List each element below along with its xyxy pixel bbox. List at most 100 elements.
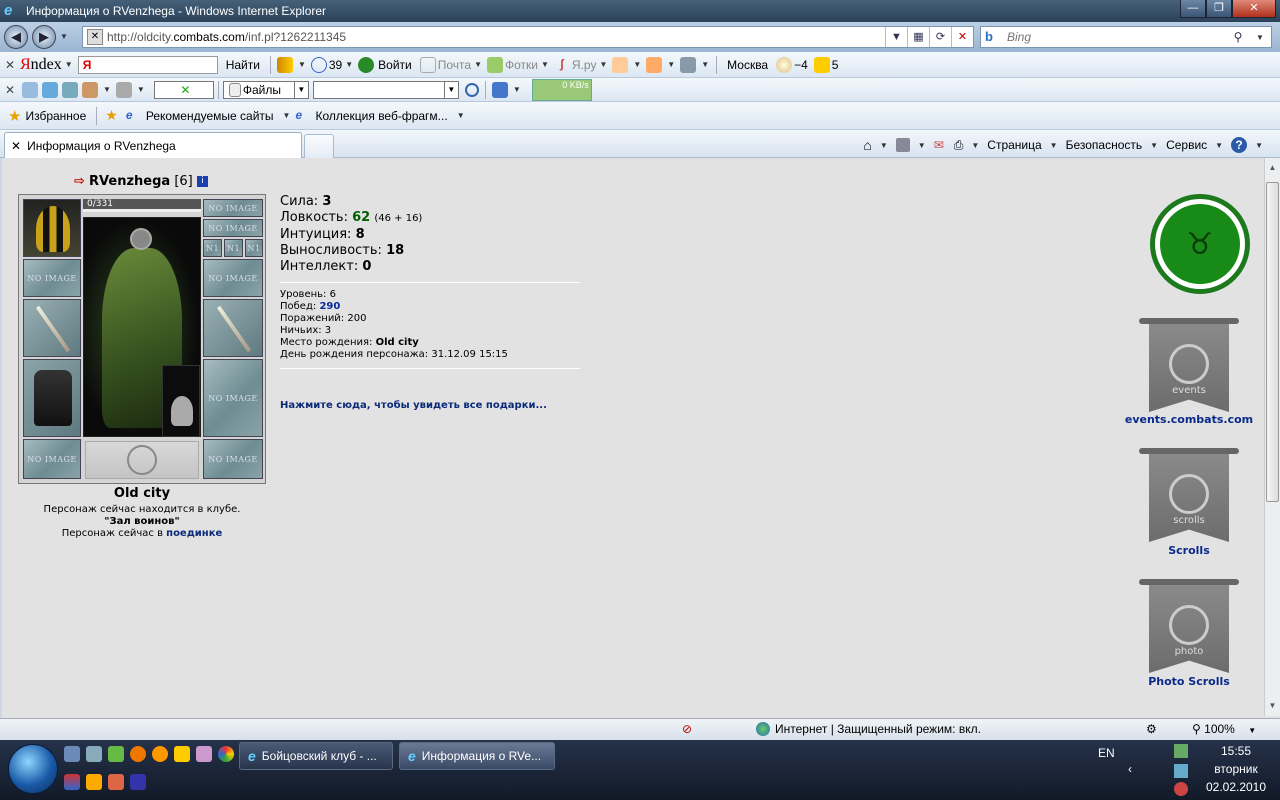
feeds-menu-icon[interactable]: ▼ [918,141,926,150]
chrome-icon[interactable] [218,746,234,762]
scrolls-banner[interactable]: scrolls [1139,448,1239,548]
tools-menu[interactable]: Сервис [1166,138,1207,152]
settings-icon[interactable] [680,56,697,73]
help-icon[interactable]: ? [1231,137,1248,153]
boots-right-slot[interactable]: NO IMAGE [203,439,263,479]
help-menu-icon[interactable]: ▼ [1255,141,1263,150]
maximize-button[interactable]: ❐ [1206,0,1232,18]
bookmark-icon[interactable] [612,56,629,73]
yaru-menu-icon[interactable]: ▼ [599,60,607,69]
mail-agent-icon[interactable] [152,746,168,762]
safety-menu[interactable]: Безопасность [1066,138,1143,152]
read-mail-icon[interactable]: ✉ [934,138,944,152]
vertical-scrollbar[interactable]: ▲ ▼ [1264,158,1280,716]
stop-icon[interactable]: ✕ [951,27,973,47]
folder-menu-icon[interactable]: ▼ [667,60,675,69]
quicklaunch-desktop-icon[interactable] [64,746,80,762]
leggings-slot[interactable]: NO IMAGE [203,359,263,437]
download-icon[interactable] [491,81,508,98]
web-slice-gallery-link[interactable]: Коллекция веб-фрагм... [315,109,447,123]
save-icon[interactable] [130,774,146,790]
search-input[interactable] [1007,30,1227,44]
tool-icon-2[interactable] [42,81,58,98]
boots-left-slot[interactable]: NO IMAGE [23,439,81,479]
events-banner[interactable]: events [1139,318,1239,418]
bracelet-slot[interactable]: NO IMAGE [203,219,263,237]
close-button[interactable]: ✕ [1232,0,1276,18]
close-toolbar2-icon[interactable]: ✕ [0,83,20,97]
photo-scrolls-banner[interactable]: photo [1139,579,1239,679]
mail-menu-icon[interactable]: ▼ [474,60,482,69]
signal-icon[interactable] [276,56,293,73]
earring-slot[interactable]: NO IMAGE [23,259,81,297]
scroll-up-icon[interactable]: ▲ [1265,160,1280,176]
gloves-slot[interactable]: NO IMAGE [203,259,263,297]
tools-menu-icon[interactable]: ▼ [1215,141,1223,150]
refresh-icon[interactable]: ⟳ [929,27,951,47]
tool-icon-4[interactable] [115,81,132,98]
clan-emblem[interactable]: ♉ [1150,194,1250,294]
tab-active[interactable]: ✕ Информация о RVenzhega [4,132,302,158]
quicklaunch-tool-icon[interactable] [108,746,124,762]
scroll-thumb[interactable] [1266,182,1279,502]
quicklaunch-game-icon[interactable] [174,746,190,762]
tool-icon-1[interactable] [22,81,38,98]
feeds-icon[interactable] [895,138,910,152]
page-menu-icon[interactable]: ▼ [1050,141,1058,150]
weather-city[interactable]: Москва [727,58,768,72]
recommended-menu-icon[interactable]: ▼ [283,111,291,120]
battle-link[interactable]: поединке [166,528,222,539]
chat-bubble-icon[interactable] [310,56,327,73]
print-icon[interactable]: ⎙ [954,138,964,153]
scrolls-link[interactable]: Scrolls [1119,544,1259,557]
magnifier-icon[interactable] [464,82,479,97]
login-button[interactable]: Войти [378,58,412,72]
add-favorite-icon[interactable]: ★ [105,107,118,124]
search-options-icon[interactable]: ▼ [1249,33,1271,42]
taskbar-button-fightclub[interactable]: e Бойцовский клуб - ... [239,742,393,770]
recommended-sites-link[interactable]: Рекомендуемые сайты [146,109,274,123]
page-menu[interactable]: Страница [987,138,1041,152]
favorites-button[interactable]: Избранное [25,109,86,123]
mail-button[interactable]: Почта [438,58,471,72]
helmet-slot[interactable] [23,199,81,257]
tray-icon-1[interactable] [1174,744,1188,758]
gifts-link[interactable]: Нажмите сюда, чтобы увидеть все подарки.… [280,400,547,411]
ring-slot-2[interactable]: N1 [224,239,243,257]
minimize-button[interactable]: — [1180,0,1206,18]
print-menu-icon[interactable]: ▼ [971,141,979,150]
ring-slot-1[interactable]: N1 [203,239,222,257]
yaru-button[interactable]: Я.ру [572,58,597,72]
address-field[interactable]: ✕ http://oldcity.combats.com/inf.pl?1262… [82,26,974,48]
tray-volume-icon[interactable] [1174,782,1188,796]
photos-button[interactable]: Фотки [505,58,538,72]
amulet-slot[interactable]: NO IMAGE [203,199,263,217]
yandex-logo[interactable]: Яndex [20,56,62,74]
quicklaunch-paint-icon[interactable] [108,774,124,790]
events-link[interactable]: events.combats.com [1119,413,1259,426]
taskbar-button-info[interactable]: e Информация о RVe... [399,742,555,770]
zoom-level[interactable]: ⚲ 100% ▼ [1192,722,1256,736]
start-button[interactable] [8,744,58,794]
firefox-icon[interactable] [130,746,146,762]
back-button[interactable]: ◀ [4,25,28,49]
settings-menu-icon[interactable]: ▼ [701,60,709,69]
tray-expand-icon[interactable]: ‹ [1128,762,1132,776]
new-tab-button[interactable] [304,134,334,158]
tool-menu-1-icon[interactable]: ▼ [103,85,111,94]
tool-menu-2-icon[interactable]: ▼ [137,85,145,94]
clock[interactable]: 15:55 вторник 02.02.2010 [1196,742,1276,796]
search-icon[interactable]: ⚲ [1227,30,1249,44]
find-button[interactable]: Найти [226,58,260,72]
protected-mode-icon[interactable]: ⚙ [1146,722,1157,736]
yandex-search-input[interactable]: Я [77,55,218,74]
messages-count[interactable]: 39 [329,58,342,72]
quicklaunch-misc-icon[interactable] [196,746,212,762]
folder-icon[interactable] [646,56,663,73]
tool-icon-3[interactable] [62,81,78,98]
messages-menu-icon[interactable]: ▼ [345,60,353,69]
url-text[interactable]: http://oldcity.combats.com/inf.pl?126221… [107,30,885,44]
yandex-menu-icon[interactable]: ▼ [65,60,73,69]
home-tool-icon[interactable] [82,81,98,98]
home-icon[interactable]: ⌂ [863,137,871,153]
